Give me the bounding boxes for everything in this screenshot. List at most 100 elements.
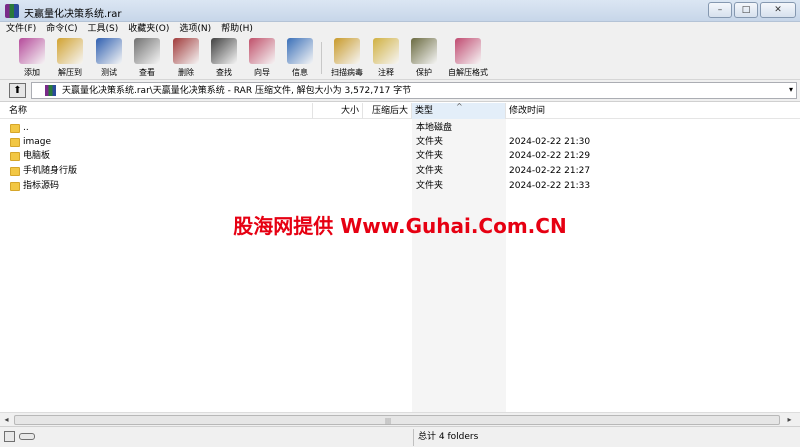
file-type: 文件夹 [416, 181, 444, 191]
minimize-button[interactable]: – [708, 2, 732, 18]
watermark-text: 股海网提供 Www.Guhai.Com.CN [233, 214, 567, 238]
extract-to-icon [57, 38, 83, 64]
find-label: 查找 [216, 68, 232, 77]
protect-button[interactable]: 保护 [404, 37, 444, 79]
view-glasses-icon [134, 38, 160, 64]
delete-button[interactable]: 删除 [166, 37, 206, 79]
horizontal-scrollbar[interactable]: ◂ ||| ▸ [0, 412, 800, 426]
sfx-label: 自解压格式 [448, 68, 488, 77]
protect-label: 保护 [416, 68, 432, 77]
scroll-grip-icon: ||| [385, 418, 392, 425]
window-controls: – □ ✕ [708, 2, 796, 18]
path-dropdown-icon[interactable]: ▾ [789, 85, 793, 94]
info-icon [287, 38, 313, 64]
virus-scan-icon [334, 38, 360, 64]
virus-scan-label: 扫描病毒 [331, 68, 363, 77]
close-button[interactable]: ✕ [760, 2, 796, 18]
file-name: 手机随身行版 [23, 166, 78, 176]
menu-help[interactable]: 帮助(H) [221, 23, 253, 35]
extract-to-label: 解压到 [58, 68, 82, 77]
menu-commands[interactable]: 命令(C) [46, 23, 77, 35]
sfx-archive-icon [455, 38, 481, 64]
folder-icon [10, 152, 20, 161]
title-bar: 天赢量化决策系统.rar – □ ✕ [0, 0, 800, 22]
column-header-name[interactable]: 名称 [6, 103, 313, 119]
comment-label: 注释 [378, 68, 394, 77]
add-button[interactable]: 添加 [12, 37, 52, 79]
file-modified: 2024-02-22 21:29 [509, 151, 591, 161]
scroll-left-icon[interactable]: ◂ [0, 414, 13, 426]
menu-options[interactable]: 选项(N) [179, 23, 211, 35]
toolbar: 添加 解压到 测试 查看 删除 查找 向导 信息 扫描病毒 注释 保护 自解压格… [0, 36, 800, 80]
add-label: 添加 [24, 68, 40, 77]
test-button[interactable]: 测试 [89, 37, 129, 79]
list-item[interactable]: 电脑板 文件夹 2024-02-22 21:29 [0, 149, 800, 164]
path-text: 天赢量化决策系统.rar\天赢量化决策系统 - RAR 压缩文件, 解包大小为 … [62, 86, 412, 96]
find-button[interactable]: 查找 [204, 37, 244, 79]
scroll-right-icon[interactable]: ▸ [783, 414, 796, 426]
parent-folder-icon [10, 124, 20, 133]
menu-tools[interactable]: 工具(S) [88, 23, 119, 35]
archive-icon [45, 85, 56, 96]
status-divider [413, 429, 414, 446]
list-item[interactable]: 指标源码 文件夹 2024-02-22 21:33 [0, 179, 800, 194]
info-button[interactable]: 信息 [280, 37, 320, 79]
file-type: 文件夹 [416, 166, 444, 176]
menu-bar: 文件(F) 命令(C) 工具(S) 收藏夹(O) 选项(N) 帮助(H) [0, 22, 800, 36]
file-list-header: 名称 大小 压缩后大小 类型 修改时间 ^ [0, 102, 800, 132]
file-name: 电脑板 [23, 151, 51, 161]
extract-to-button[interactable]: 解压到 [50, 37, 90, 79]
status-text: 总计 4 folders [418, 432, 479, 442]
wizard-icon [249, 38, 275, 64]
column-header-modified[interactable]: 修改时间 [506, 103, 800, 119]
file-name: .. [23, 123, 29, 133]
menu-favorites[interactable]: 收藏夹(O) [128, 23, 169, 35]
file-modified: 2024-02-22 21:30 [509, 137, 591, 147]
list-item[interactable]: image 文件夹 2024-02-22 21:30 [0, 135, 800, 150]
address-bar: ⬆ 天赢量化决策系统.rar\天赢量化决策系统 - RAR 压缩文件, 解包大小… [0, 80, 800, 102]
status-bar: 总计 4 folders [0, 426, 800, 447]
list-item[interactable]: .. 本地磁盘 [0, 121, 800, 136]
protect-shield-icon [411, 38, 437, 64]
file-name: 指标源码 [23, 181, 60, 191]
column-header-packed-size[interactable]: 压缩后大小 [363, 103, 412, 132]
virus-scan-button[interactable]: 扫描病毒 [325, 37, 369, 79]
list-item[interactable]: 手机随身行版 文件夹 2024-02-22 21:27 [0, 164, 800, 179]
wizard-button[interactable]: 向导 [242, 37, 282, 79]
status-icons [4, 431, 35, 442]
file-modified: 2024-02-22 21:27 [509, 166, 591, 176]
delete-label: 删除 [178, 68, 194, 77]
drive-icon[interactable] [4, 431, 15, 442]
folder-icon [10, 167, 20, 176]
comment-button[interactable]: 注释 [366, 37, 406, 79]
find-binoculars-icon [211, 38, 237, 64]
up-folder-button[interactable]: ⬆ [9, 83, 26, 98]
file-type: 文件夹 [416, 151, 444, 161]
comment-icon [373, 38, 399, 64]
delete-icon [173, 38, 199, 64]
test-icon [96, 38, 122, 64]
add-archive-icon [19, 38, 45, 64]
key-icon[interactable] [19, 433, 35, 440]
test-label: 测试 [101, 68, 117, 77]
info-label: 信息 [292, 68, 308, 77]
path-field[interactable]: 天赢量化决策系统.rar\天赢量化决策系统 - RAR 压缩文件, 解包大小为 … [31, 82, 797, 99]
maximize-button[interactable]: □ [734, 2, 758, 18]
view-button[interactable]: 查看 [127, 37, 167, 79]
folder-icon [10, 182, 20, 191]
scroll-thumb[interactable]: ||| [14, 415, 780, 425]
wizard-label: 向导 [254, 68, 270, 77]
sfx-button[interactable]: 自解压格式 [444, 37, 492, 79]
sort-ascending-icon: ^ [456, 102, 463, 111]
file-name: image [23, 137, 52, 147]
file-modified: 2024-02-22 21:33 [509, 181, 591, 191]
column-header-size[interactable]: 大小 [313, 103, 363, 119]
menu-file[interactable]: 文件(F) [6, 23, 36, 35]
file-type: 本地磁盘 [416, 123, 453, 133]
winrar-app-icon [5, 4, 19, 18]
window-title: 天赢量化决策系统.rar [24, 9, 122, 20]
file-type: 文件夹 [416, 137, 444, 147]
folder-icon [10, 138, 20, 147]
file-list: .. 本地磁盘 image 文件夹 2024-02-22 21:30 电脑板 文… [0, 119, 800, 412]
toolbar-separator [321, 42, 322, 74]
